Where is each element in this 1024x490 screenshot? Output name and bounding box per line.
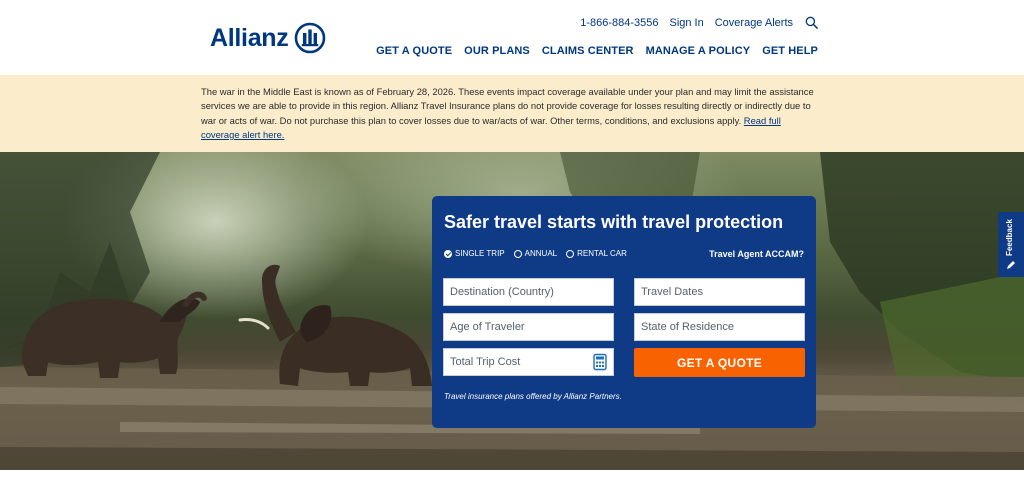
trip-cost-placeholder: Total Trip Cost (450, 356, 521, 368)
site-header: Allianz 1-866-884-3556 Sign In Coverage … (0, 0, 1024, 75)
allianz-logo-mark-icon (295, 22, 326, 54)
get-a-quote-button[interactable]: GET A QUOTE (634, 348, 805, 377)
trip-type-label: RENTAL CAR (577, 249, 627, 258)
quote-form-title: Safer travel starts with travel protecti… (444, 212, 784, 232)
state-of-residence-field[interactable]: State of Residence (634, 313, 805, 341)
trip-type-rental-car[interactable]: RENTAL CAR (566, 249, 627, 258)
page-bottom-strip (0, 470, 1024, 490)
nav-our-plans[interactable]: OUR PLANS (464, 45, 530, 57)
feedback-tab[interactable]: Feedback (998, 212, 1024, 277)
nav-claims-center[interactable]: CLAIMS CENTER (542, 45, 634, 57)
allianz-logo[interactable]: Allianz (210, 22, 326, 54)
phone-link[interactable]: 1-866-884-3556 (580, 17, 658, 29)
radio-icon[interactable] (513, 249, 522, 258)
partners-disclaimer: Travel insurance plans offered by Allian… (444, 392, 622, 401)
utility-nav: 1-866-884-3556 Sign In Coverage Alerts (580, 16, 818, 29)
trip-type-label: ANNUAL (524, 249, 558, 258)
feedback-label: Feedback (1005, 219, 1014, 256)
nav-manage-a-policy[interactable]: MANAGE A POLICY (646, 45, 751, 57)
total-trip-cost-field[interactable]: Total Trip Cost (443, 348, 614, 376)
nav-get-help[interactable]: GET HELP (762, 45, 818, 57)
trip-type-annual[interactable]: ANNUAL (513, 249, 558, 258)
nav-get-a-quote[interactable]: GET A QUOTE (376, 45, 452, 57)
destination-placeholder: Destination (Country) (450, 286, 554, 298)
logo-wordmark: Allianz (210, 23, 289, 52)
coverage-alert-banner: The war in the Middle East is known as o… (0, 75, 1024, 152)
radio-icon[interactable] (566, 249, 575, 258)
age-placeholder: Age of Traveler (450, 321, 525, 333)
pencil-icon (1007, 261, 1015, 269)
travel-dates-field[interactable]: Travel Dates (634, 278, 805, 306)
search-icon[interactable] (805, 16, 818, 29)
travel-dates-placeholder: Travel Dates (641, 286, 703, 298)
state-placeholder: State of Residence (641, 321, 734, 333)
trip-type-selector: SINGLE TRIP ANNUAL RENTAL CAR (444, 249, 627, 258)
trip-type-single-trip[interactable]: SINGLE TRIP (444, 249, 505, 258)
calculator-icon[interactable] (591, 353, 609, 371)
age-of-traveler-field[interactable]: Age of Traveler (443, 313, 614, 341)
sign-in-link[interactable]: Sign In (669, 17, 703, 29)
alert-text: The war in the Middle East is known as o… (201, 85, 816, 142)
radio-checked-icon[interactable] (444, 249, 452, 258)
alert-message: The war in the Middle East is known as o… (201, 86, 814, 126)
trip-type-label: SINGLE TRIP (455, 249, 505, 258)
main-nav: GET A QUOTE OUR PLANS CLAIMS CENTER MANA… (376, 45, 818, 57)
quote-form-card: Safer travel starts with travel protecti… (432, 196, 816, 428)
destination-field[interactable]: Destination (Country) (443, 278, 614, 306)
travel-agent-link[interactable]: Travel Agent ACCAM? (709, 249, 804, 259)
coverage-alerts-link[interactable]: Coverage Alerts (715, 17, 793, 29)
